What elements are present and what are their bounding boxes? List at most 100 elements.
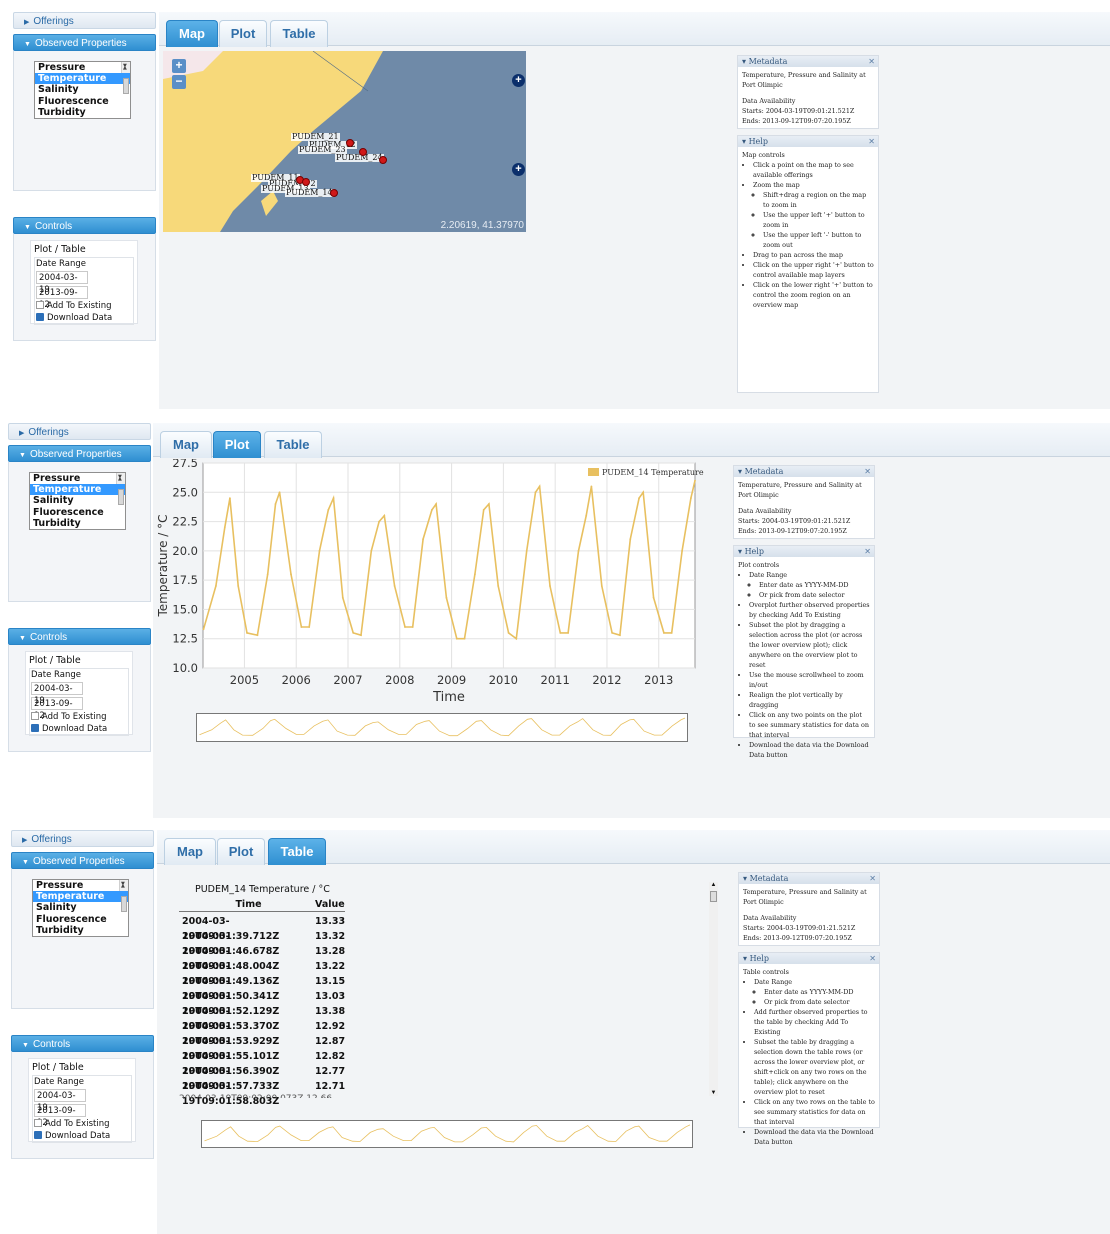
property-option[interactable]: Turbidity [35, 107, 130, 118]
overview-plot-box[interactable] [196, 713, 688, 742]
property-option[interactable]: Pressure [30, 473, 125, 484]
tab-table[interactable]: Table [264, 431, 322, 458]
temperature-chart[interactable]: 10.0 12.5 15.0 17.5 20.0 22.5 25.0 27.5 2005 2006… [153, 456, 713, 749]
property-option[interactable]: Salinity [30, 495, 125, 506]
end-date-input[interactable]: 2013-09-12 [31, 697, 83, 721]
metadata-header[interactable]: ▾ Metadata ✕ [738, 56, 878, 67]
start-date-input[interactable]: 2004-03-19 [31, 682, 83, 706]
tab-map[interactable]: Map [164, 838, 216, 865]
add-to-existing-checkbox[interactable]: Add To Existing [31, 712, 127, 722]
property-option[interactable]: Temperature [35, 73, 130, 85]
tab-plot[interactable]: Plot [213, 431, 261, 458]
close-icon[interactable]: ✕ [864, 546, 871, 557]
tab-map[interactable]: Map [166, 20, 218, 47]
table-row[interactable]: 2004-03-19T09:01:53.370Z 13.38 [179, 1004, 345, 1032]
properties-list[interactable]: Pressure Temperature Salinity Fluorescence T… [29, 472, 126, 530]
scroll-down-icon[interactable]: ▼ [121, 880, 125, 890]
station-marker-icon[interactable] [330, 189, 338, 197]
scroll-down-icon[interactable]: ▼ [118, 473, 122, 483]
observed-properties-header[interactable]: ▼ Observed Properties [13, 34, 156, 51]
controls-header[interactable]: ▼ Controls [13, 217, 156, 234]
property-option[interactable]: Salinity [33, 902, 128, 913]
download-data-button[interactable]: Download Data [34, 1131, 130, 1141]
properties-list[interactable]: Pressure Temperature Salinity Fluorescence T… [34, 61, 131, 119]
list-scrollbar[interactable]: ▲ ▼ [121, 62, 130, 94]
station-marker-icon[interactable] [359, 148, 367, 156]
observed-properties-header[interactable]: ▼ Observed Properties [11, 852, 154, 869]
offerings-header[interactable]: ▶ Offerings [13, 12, 156, 29]
list-scrollbar[interactable]: ▲ ▼ [119, 880, 128, 912]
table-row[interactable]: 2004-03-19T09:01:58.803Z 12.71 [179, 1079, 345, 1107]
list-scrollbar[interactable]: ▲ ▼ [116, 473, 125, 505]
table-row[interactable]: 2004-03-19T09:01:48.004Z 13.28 [179, 944, 345, 972]
overview-map-plus-icon[interactable]: + [512, 163, 525, 176]
map-canvas[interactable]: + − + + PUDEM_21 PUDEM_22 PUDEM_23 PUDEM_24… [163, 51, 526, 232]
overview-plot[interactable] [197, 714, 687, 741]
close-icon[interactable]: ✕ [868, 56, 875, 67]
zoom-in-button[interactable]: + [172, 59, 186, 73]
add-to-existing-checkbox[interactable]: Add To Existing [36, 301, 132, 311]
station-marker-icon[interactable] [302, 178, 310, 186]
close-icon[interactable]: ✕ [864, 466, 871, 477]
property-option[interactable]: Pressure [33, 880, 128, 891]
close-icon[interactable]: ✕ [869, 873, 876, 884]
property-option[interactable]: Temperature [30, 484, 125, 496]
property-option[interactable]: Pressure [35, 62, 130, 73]
zoom-out-button[interactable]: − [172, 75, 186, 89]
tab-table[interactable]: Table [270, 20, 328, 47]
checkbox-icon[interactable] [34, 1119, 42, 1127]
table-row[interactable]: 2004-03-19T09:01:49.136Z 13.22 [179, 959, 345, 987]
help-header[interactable]: ▾ Help ✕ [734, 546, 874, 557]
data-table[interactable]: PUDEM_14 Temperature / °C Time Value 2004-… [179, 884, 345, 1107]
offerings-header[interactable]: ▶ Offerings [11, 830, 154, 847]
help-header[interactable]: ▾ Help ✕ [739, 953, 879, 964]
table-row[interactable]: 2004-03-19T09:01:53.929Z 12.92 [179, 1019, 345, 1047]
plot-svg[interactable]: 10.0 12.5 15.0 17.5 20.0 22.5 25.0 27.5 2005 2006… [153, 456, 713, 749]
start-date-input[interactable]: 2004-03-19 [34, 1089, 86, 1113]
property-option[interactable]: Salinity [35, 84, 130, 95]
tab-plot[interactable]: Plot [217, 838, 265, 865]
table-scrollbar[interactable]: ▲ ▼ [709, 882, 718, 1096]
download-data-button[interactable]: Download Data [31, 724, 127, 734]
overview-plot[interactable] [202, 1121, 692, 1147]
checkbox-icon[interactable] [31, 712, 39, 720]
table-row[interactable]: 2004-03-19T09:01:46.678Z 13.32 [179, 929, 345, 957]
scroll-thumb[interactable] [710, 891, 717, 902]
scroll-down-icon[interactable]: ▼ [709, 1090, 718, 1096]
controls-header[interactable]: ▼ Controls [8, 628, 151, 645]
property-option[interactable]: Fluorescence [33, 914, 128, 925]
property-option[interactable]: Turbidity [30, 518, 125, 529]
property-option[interactable]: Fluorescence [30, 507, 125, 518]
properties-list[interactable]: Pressure Temperature Salinity Fluorescence T… [32, 879, 129, 937]
close-icon[interactable]: ✕ [869, 953, 876, 964]
help-header[interactable]: ▾ Help ✕ [738, 136, 878, 147]
metadata-header[interactable]: ▾ Metadata ✕ [734, 466, 874, 477]
tab-map[interactable]: Map [160, 431, 212, 458]
end-date-input[interactable]: 2013-09-12 [34, 1104, 86, 1128]
download-data-button[interactable]: Download Data [36, 313, 132, 323]
metadata-header[interactable]: ▾ Metadata ✕ [739, 873, 879, 884]
property-option[interactable]: Turbidity [33, 925, 128, 936]
tab-table[interactable]: Table [268, 838, 326, 865]
table-row[interactable]: 2004-03-19T09:01:57.733Z 12.77 [179, 1064, 345, 1092]
close-icon[interactable]: ✕ [868, 136, 875, 147]
table-row[interactable]: 2004-03-19T09:01:50.341Z 13.15 [179, 974, 345, 1002]
tab-plot[interactable]: Plot [219, 20, 267, 47]
checkbox-icon[interactable] [36, 301, 44, 309]
property-option[interactable]: Fluorescence [35, 96, 130, 107]
add-to-existing-checkbox[interactable]: Add To Existing [34, 1119, 130, 1129]
offerings-header[interactable]: ▶ Offerings [8, 423, 151, 440]
station-marker-icon[interactable] [346, 139, 354, 147]
controls-header[interactable]: ▼ Controls [11, 1035, 154, 1052]
end-date-input[interactable]: 2013-09-12 [36, 286, 88, 310]
property-option[interactable]: Temperature [33, 891, 128, 903]
table-row[interactable]: 2004-03-19T09:01:56.390Z 12.82 [179, 1049, 345, 1077]
scroll-up-icon[interactable]: ▲ [709, 882, 718, 888]
layer-switcher-plus-icon[interactable]: + [512, 74, 525, 87]
observed-properties-header[interactable]: ▼ Observed Properties [8, 445, 151, 462]
table-row[interactable]: 2004-03-19T09:01:52.129Z 13.03 [179, 989, 345, 1017]
table-row[interactable]: 2004-03-19T09:01:39.712Z 13.33 [179, 914, 345, 942]
table-row[interactable]: 2004-03-19T09:01:55.101Z 12.87 [179, 1034, 345, 1062]
start-date-input[interactable]: 2004-03-19 [36, 271, 88, 295]
scroll-down-icon[interactable]: ▼ [123, 62, 127, 72]
